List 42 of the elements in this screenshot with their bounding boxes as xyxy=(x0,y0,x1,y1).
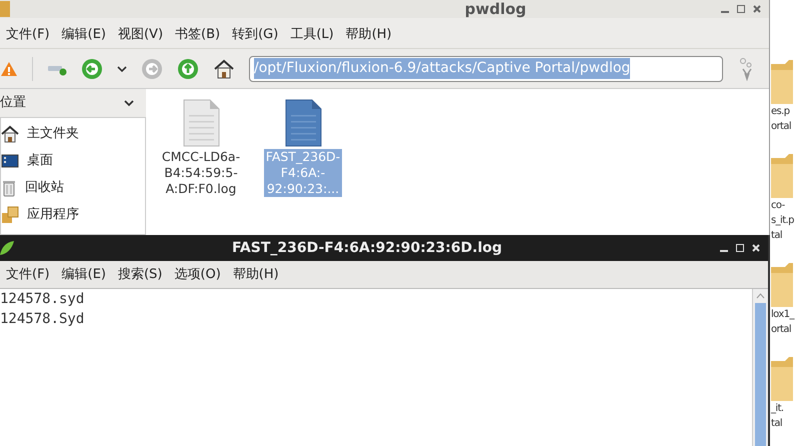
folder-label: co- s_it.p tal xyxy=(771,199,795,243)
menu-item[interactable]: 视图(V) xyxy=(112,25,170,45)
text-line: 124578.syd xyxy=(0,290,86,309)
caret-icon[interactable] xyxy=(117,64,127,72)
menu-item[interactable]: 编辑(E) xyxy=(56,25,112,45)
menu-item[interactable]: 帮助(H) xyxy=(340,25,398,45)
back-icon[interactable] xyxy=(81,58,103,80)
menu-item[interactable]: 选项(O) xyxy=(168,264,227,284)
sidebar-item[interactable]: 应用程序 xyxy=(1,201,145,228)
trash-icon xyxy=(1,178,17,196)
file-name: CMCC-LD6a- B4:54:59:5- A:DF:F0.log xyxy=(160,149,242,197)
file-name: FAST_236D- F4:6A:- 92:90:23:... xyxy=(264,149,342,197)
sidebar-item[interactable]: 回收站 xyxy=(1,174,145,201)
menu-item[interactable]: 文件(F) xyxy=(0,25,56,45)
menu-item[interactable]: 帮助(H) xyxy=(226,264,285,284)
window-title: FAST_236D-F4:6A:92:90:23:6D.log xyxy=(232,238,502,258)
desktop-icon xyxy=(1,152,19,168)
apps-icon xyxy=(1,206,19,224)
sidebar-item[interactable]: 桌面 xyxy=(1,147,145,174)
sidebar-item[interactable]: 主文件夹 xyxy=(1,120,145,147)
menu-item[interactable]: 编辑(E) xyxy=(56,264,112,284)
document-icon xyxy=(182,99,220,147)
home-icon xyxy=(1,124,19,142)
document-icon xyxy=(284,99,322,147)
menu-item[interactable]: 书签(B) xyxy=(169,25,226,45)
menu-item[interactable]: 搜索(S) xyxy=(112,264,168,284)
folder-label: lox1_ ortal xyxy=(771,308,796,337)
menu-item[interactable]: 文件(F) xyxy=(0,264,56,284)
scrollbar[interactable] xyxy=(752,289,768,446)
up-icon[interactable] xyxy=(177,58,199,80)
home-icon[interactable] xyxy=(213,58,235,78)
window-title: pwdlog xyxy=(464,0,526,20)
folder-label: _it. tal xyxy=(771,402,784,431)
chevron-down-icon[interactable] xyxy=(124,100,134,106)
file-item[interactable]: CMCC-LD6a- B4:54:59:5- A:DF:F0.log xyxy=(156,99,246,197)
menu-item[interactable]: 转到(G) xyxy=(226,25,284,45)
folder-label: es.p ortal xyxy=(771,105,792,134)
text-line: 124578.Syd xyxy=(0,310,86,329)
leaf-icon xyxy=(0,241,14,255)
sidebar-title: 位置 xyxy=(0,94,26,112)
warning-icon[interactable] xyxy=(0,60,18,76)
menu-item[interactable]: 工具(L) xyxy=(284,25,340,45)
